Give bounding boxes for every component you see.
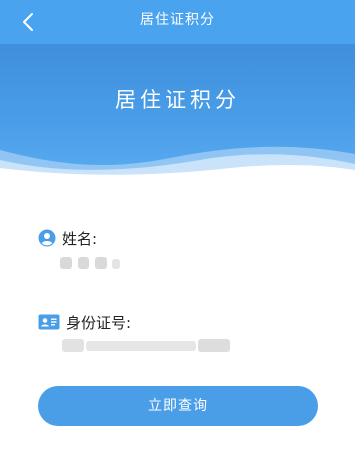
banner-title: 居住证积分 (115, 88, 240, 112)
user-circle-icon (38, 229, 56, 247)
id-card-icon (38, 314, 60, 330)
header-banner: 居住证积分 (0, 44, 355, 176)
wave-decoration (0, 146, 355, 176)
name-field: 姓名: (38, 227, 97, 249)
page-title: 居住证积分 (140, 12, 215, 28)
query-button[interactable]: 立即查询 (38, 386, 318, 426)
top-navigation-bar: 居住证积分 (0, 0, 355, 44)
name-label: 姓名: (62, 229, 98, 248)
id-number-field: 身份证号: (38, 311, 131, 333)
id-number-label: 身份证号: (66, 313, 132, 332)
